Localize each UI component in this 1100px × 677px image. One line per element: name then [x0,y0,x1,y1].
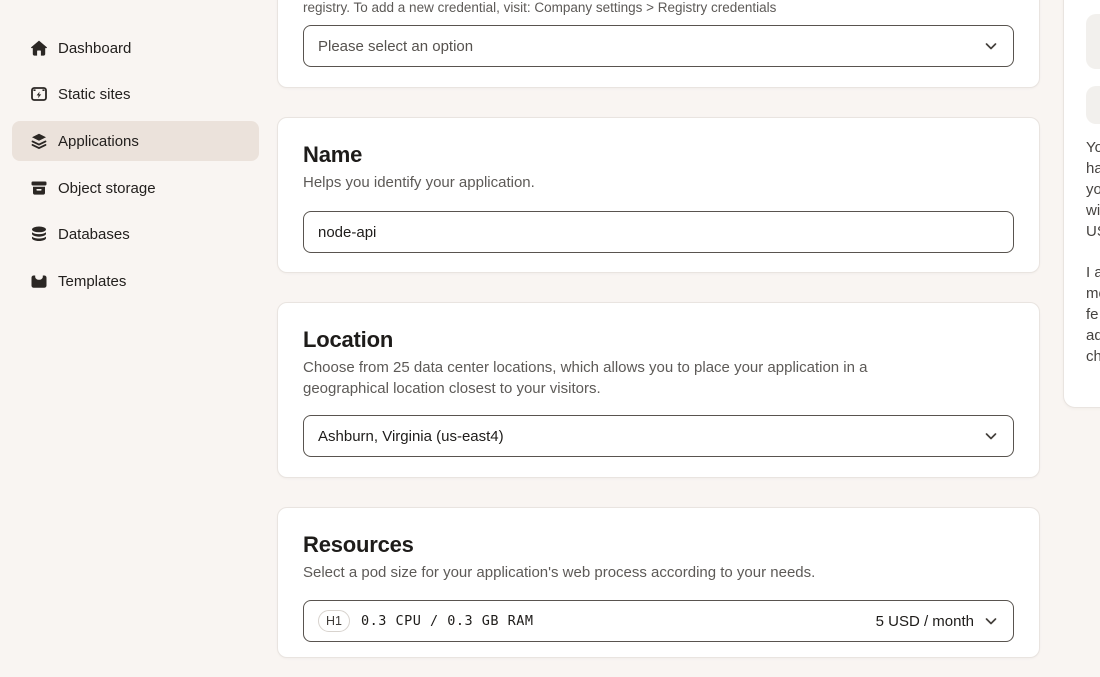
pod-specs: 0.3 CPU / 0.3 GB RAM [361,613,876,629]
pod-price: 5 USD / month [876,613,974,630]
help-panel-paragraph: Yo ha yo wi US [1086,137,1100,242]
registry-card: registry. To add a new credential, visit… [277,0,1040,88]
name-card: Name Helps you identify your application… [277,117,1040,273]
registry-select-value: Please select an option [318,38,983,55]
help-panel-text-line: US [1086,221,1100,242]
help-panel-text-line: yo [1086,179,1100,200]
help-panel: Yo ha yo wi US I a me fe ad ch [1063,0,1100,408]
database-icon [30,225,48,243]
sidebar-item-label: Templates [58,273,126,290]
sidebar-item-dashboard[interactable]: Dashboard [12,28,259,68]
inbox-icon [30,272,48,290]
chevron-down-icon [983,38,999,54]
sidebar-item-databases[interactable]: Databases [12,214,259,254]
location-card: Location Choose from 25 data center loca… [277,302,1040,478]
static-sites-icon [30,85,48,103]
sidebar-item-label: Static sites [58,86,131,103]
skeleton-block [1086,14,1100,69]
chevron-down-icon [983,428,999,444]
sidebar-item-label: Object storage [58,180,156,197]
resources-card-description: Select a pod size for your application's… [303,562,1014,583]
name-card-title: Name [303,142,1014,168]
location-select-value: Ashburn, Virginia (us-east4) [318,428,983,445]
sidebar-item-label: Databases [58,226,130,243]
app-name-value: node-api [318,224,376,241]
location-card-title: Location [303,327,1014,353]
registry-credential-select[interactable]: Please select an option [303,25,1014,67]
pod-size-select[interactable]: H1 0.3 CPU / 0.3 GB RAM 5 USD / month [303,600,1014,642]
resources-card: Resources Select a pod size for your app… [277,507,1040,658]
help-panel-text-line: wi [1086,200,1100,221]
help-panel-text-line: me [1086,283,1100,304]
location-select[interactable]: Ashburn, Virginia (us-east4) [303,415,1014,457]
skeleton-block [1086,86,1100,124]
name-card-description: Helps you identify your application. [303,172,1014,193]
location-card-description: Choose from 25 data center locations, wh… [303,357,943,399]
chevron-down-icon [983,613,999,629]
sidebar: Dashboard Static sites Applications [0,0,277,677]
archive-box-icon [30,179,48,197]
help-panel-text-line: ha [1086,158,1100,179]
help-panel-text-line: I a [1086,262,1100,283]
registry-note: registry. To add a new credential, visit… [303,0,1014,16]
sidebar-item-object-storage[interactable]: Object storage [12,168,259,208]
sidebar-item-label: Applications [58,133,139,150]
home-icon [30,39,48,57]
resources-card-title: Resources [303,532,1014,558]
sidebar-item-applications[interactable]: Applications [12,121,259,161]
help-panel-text-line: ch [1086,346,1100,367]
sidebar-item-templates[interactable]: Templates [12,261,259,301]
pod-size-badge: H1 [318,610,350,632]
app-name-input[interactable]: node-api [303,211,1014,253]
sidebar-item-label: Dashboard [58,40,131,57]
sidebar-item-static-sites[interactable]: Static sites [12,74,259,114]
help-panel-text-line: fe [1086,304,1100,325]
layers-icon [30,132,48,150]
help-panel-text-line: ad [1086,325,1100,346]
help-panel-paragraph: I a me fe ad ch [1086,262,1100,367]
help-panel-text-line: Yo [1086,137,1100,158]
